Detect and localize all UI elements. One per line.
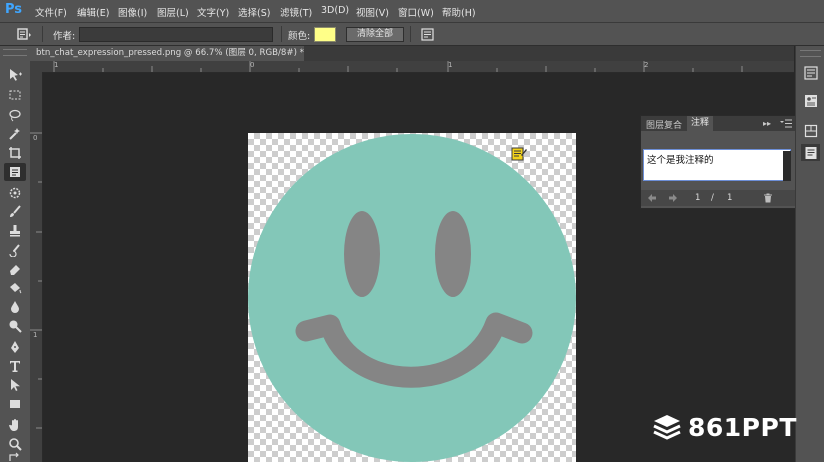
total-notes: 1 (727, 193, 733, 203)
lasso-tool-icon[interactable] (4, 106, 26, 124)
ruler-label: 1 (54, 61, 59, 69)
toolbar-grip[interactable] (3, 49, 27, 56)
note-text: 这个是我注释的 (647, 155, 714, 166)
notes-panel-header: 图层复合 注释 ▸▸ (641, 116, 795, 131)
pen-tool-icon[interactable] (4, 338, 26, 356)
document-tab[interactable]: btn_chat_expression_pressed.png @ 66.7% … (30, 46, 304, 61)
document-canvas[interactable] (248, 133, 576, 462)
panel-menu-icon[interactable] (780, 119, 792, 128)
options-bar: 作者: 颜色: 清除全部 (0, 23, 824, 46)
menu-3d[interactable]: 3D(D) (321, 5, 349, 16)
divider (410, 26, 411, 42)
note-color-swatch[interactable] (314, 27, 336, 42)
smiley-artwork (248, 134, 576, 462)
paint-bucket-tool-icon[interactable] (4, 279, 26, 297)
menu-window[interactable]: 窗口(W) (398, 5, 434, 19)
ruler-label: 0 (33, 134, 38, 142)
menu-select[interactable]: 选择(S) (238, 5, 270, 19)
history-panel-icon[interactable] (801, 64, 820, 81)
path-selection-tool-icon[interactable] (4, 376, 26, 394)
menu-bar: Ps 文件(F) 编辑(E) 图像(I) 图层(L) 文字(Y) 选择(S) 滤… (0, 0, 824, 23)
note-text-area[interactable]: 这个是我注释的 (643, 149, 791, 181)
menu-type[interactable]: 文字(Y) (197, 5, 229, 19)
author-label: 作者: (53, 31, 76, 42)
ruler-label: 0 (250, 61, 255, 69)
menu-file[interactable]: 文件(F) (35, 5, 67, 19)
ruler-label: 1 (33, 331, 38, 339)
divider (42, 26, 43, 42)
previous-note-icon[interactable] (647, 193, 657, 203)
notes-panel-toggle-icon[interactable] (420, 27, 435, 41)
clear-all-button[interactable]: 清除全部 (346, 27, 404, 42)
collapse-icon[interactable]: ▸▸ (763, 119, 771, 128)
app-logo: Ps (5, 2, 23, 17)
note-tool-preset-icon[interactable] (14, 27, 36, 41)
move-tool-icon[interactable] (4, 66, 26, 84)
vertical-ruler: 0 1 (30, 72, 43, 462)
note-marker-icon[interactable] (511, 146, 527, 162)
note-scrollbar[interactable] (783, 151, 791, 181)
notes-navigation-bar: 1 / 1 (641, 190, 795, 206)
quick-select-tool-icon[interactable] (4, 125, 26, 143)
watermark-logo-icon (653, 415, 681, 440)
menu-image[interactable]: 图像(I) (118, 5, 147, 19)
tab-layer-comps[interactable]: 图层复合 (646, 118, 682, 131)
type-tool-icon[interactable] (4, 357, 26, 375)
menu-help[interactable]: 帮助(H) (442, 5, 476, 19)
crop-tool-icon[interactable] (4, 144, 26, 162)
properties-panel-icon[interactable] (801, 92, 820, 109)
divider (281, 26, 282, 42)
dodge-tool-icon[interactable] (4, 317, 26, 335)
rectangle-tool-icon[interactable] (4, 395, 26, 413)
ruler-label: 2 (644, 61, 649, 69)
layers-panel-icon[interactable] (801, 122, 820, 139)
watermark-text: 861PPT (688, 412, 797, 442)
note-tool-icon[interactable] (4, 163, 26, 181)
swap-colors-icon[interactable] (4, 452, 26, 462)
right-panel-dock (795, 46, 824, 462)
author-input[interactable] (79, 27, 273, 42)
tools-panel (0, 46, 31, 462)
left-eye (344, 211, 380, 297)
next-note-icon[interactable] (668, 193, 678, 203)
delete-note-icon[interactable] (763, 193, 773, 203)
blur-tool-icon[interactable] (4, 298, 26, 316)
clone-stamp-tool-icon[interactable] (4, 222, 26, 240)
ruler-label: 1 (448, 61, 453, 69)
notes-panel: 图层复合 注释 ▸▸ 这个是我注释的 1 / 1 (640, 115, 796, 209)
menu-filter[interactable]: 滤镜(T) (280, 5, 312, 19)
current-note-index: 1 (695, 193, 701, 203)
document-tab-title: btn_chat_expression_pressed.png @ 66.7% … (36, 48, 304, 58)
menu-view[interactable]: 视图(V) (356, 5, 389, 19)
history-brush-tool-icon[interactable] (4, 241, 26, 259)
watermark: 861PPT (652, 410, 797, 444)
menu-edit[interactable]: 编辑(E) (77, 5, 109, 19)
note-index-separator: / (711, 193, 714, 203)
spot-healing-tool-icon[interactable] (4, 184, 26, 202)
smiley-face (248, 134, 576, 462)
brush-tool-icon[interactable] (4, 203, 26, 221)
marquee-tool-icon[interactable] (4, 86, 26, 104)
menu-layer[interactable]: 图层(L) (157, 5, 189, 19)
horizontal-ruler: 1 0 1 2 (30, 61, 794, 73)
dock-grip[interactable] (800, 50, 821, 57)
tab-notes[interactable]: 注释 (687, 116, 714, 131)
right-eye (435, 211, 471, 297)
eraser-tool-icon[interactable] (4, 260, 26, 278)
color-label: 颜色: (288, 31, 311, 42)
hand-tool-icon[interactable] (4, 416, 26, 434)
notes-dock-icon[interactable] (801, 144, 820, 161)
zoom-tool-icon[interactable] (4, 435, 26, 453)
